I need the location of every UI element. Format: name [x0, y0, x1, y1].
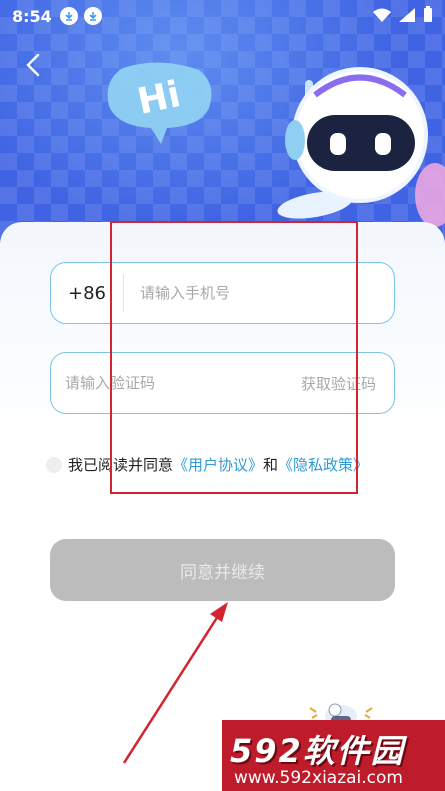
login-card: +86 获取验证码 我已阅读并同意 《用户协议》 和 《隐私政策》 同意并继续	[0, 222, 445, 791]
phone-input[interactable]	[124, 284, 394, 302]
country-code-selector[interactable]: +86	[51, 283, 123, 304]
hi-speech-bubble: Hi	[103, 60, 215, 148]
agree-checkbox[interactable]	[46, 456, 62, 473]
download-icon	[59, 7, 78, 25]
verification-code-input[interactable]	[51, 374, 301, 392]
chevron-left-icon	[26, 53, 40, 77]
agreement-row: 我已阅读并同意 《用户协议》 和 《隐私政策》	[46, 454, 368, 475]
watermark-brand: 592软件园	[230, 732, 405, 770]
privacy-policy-link[interactable]: 《隐私政策》	[278, 454, 368, 475]
signal-icon	[399, 7, 415, 26]
verification-code-field: 获取验证码	[50, 352, 395, 414]
battery-icon	[423, 6, 433, 26]
robot-mascot	[245, 55, 445, 245]
phone-field: +86	[50, 262, 395, 324]
watermark-site: www.592xiazai.com	[234, 768, 403, 788]
agree-continue-button[interactable]: 同意并继续	[50, 539, 395, 601]
back-button[interactable]	[18, 50, 48, 80]
download-icon	[83, 7, 102, 25]
status-bar: 8:54	[0, 0, 445, 32]
wifi-icon	[373, 7, 391, 26]
agree-and-text: 和	[263, 456, 279, 474]
user-agreement-link[interactable]: 《用户协议》	[173, 454, 263, 475]
watermark-logo: 592软件园 www.592xiazai.com	[222, 720, 445, 791]
hero-banner: Hi	[0, 0, 445, 260]
get-code-button[interactable]: 获取验证码	[301, 373, 394, 394]
status-time: 8:54	[12, 6, 52, 26]
agree-prefix-text: 我已阅读并同意	[68, 456, 174, 474]
